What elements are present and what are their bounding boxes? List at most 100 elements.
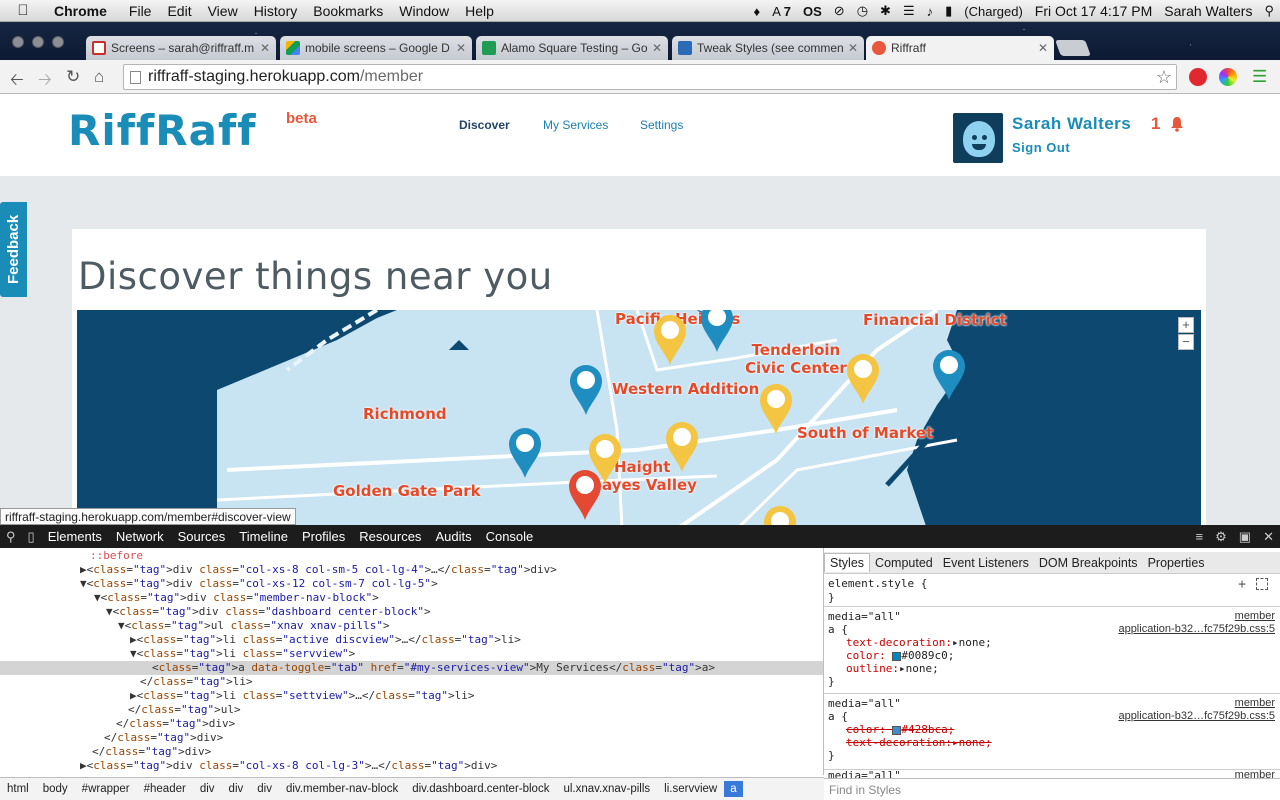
menu-history[interactable]: History [246,3,306,19]
map-pin-blue[interactable] [933,350,965,400]
tab-network[interactable]: Network [109,529,171,544]
elements-tree[interactable]: ::before ▶<class="tag">div class="col-xs-… [0,548,824,775]
tab-gmail[interactable]: Screens – sarah@riffraff.m ✕ [86,36,276,60]
minimize-window-icon[interactable] [32,36,44,48]
wifi-icon[interactable]: ☰ [897,3,921,19]
dock-icon[interactable]: ▣ [1233,529,1257,545]
tab-event-listeners[interactable]: Event Listeners [938,556,1034,570]
console-drawer-icon[interactable]: ≡ [1190,529,1210,544]
breadcrumb-item[interactable]: div [193,783,222,795]
tab-elements[interactable]: Elements [41,529,109,544]
dom-node[interactable]: </class="tag">div> [0,731,823,745]
os-label[interactable]: OS [797,4,828,19]
tab-timeline[interactable]: Timeline [232,529,295,544]
dom-node[interactable]: ▼<class="tag">div class="dashboard cente… [0,605,823,619]
rule-source-label[interactable]: member [1235,610,1275,622]
notification-count[interactable]: 1 [1151,114,1160,134]
bookmark-star-icon[interactable]: ☆ [1156,65,1172,89]
breadcrumb-item[interactable]: html [0,783,36,795]
inspect-icon[interactable]: ⚲ [0,529,22,545]
breadcrumb-item[interactable]: div.member-nav-block [279,783,405,795]
map-pin-blue[interactable] [570,365,602,415]
close-tab-icon[interactable]: ✕ [260,41,270,55]
prop-name-overridden[interactable]: text-decoration: [846,736,952,749]
battery-icon[interactable]: ▮ [939,3,958,19]
sign-out-link[interactable]: Sign Out [1012,140,1070,155]
tab-sources[interactable]: Sources [171,529,233,544]
forward-icon[interactable]: 🡢 [38,67,52,96]
dom-node[interactable]: </class="tag">li> [0,675,823,689]
dom-node[interactable]: </class="tag">div> [0,745,823,759]
breadcrumb-item[interactable]: #wrapper [75,783,137,795]
tab-dom-breakpoints[interactable]: DOM Breakpoints [1034,556,1143,570]
dom-node[interactable]: </class="tag">ul> [0,703,823,717]
tab-google-drive[interactable]: mobile screens – Google D ✕ [280,36,472,60]
map-pin-yellow[interactable] [760,384,792,434]
prop-name[interactable]: outline: [846,662,899,675]
prop-value-overridden[interactable]: none; [959,736,992,749]
menu-bookmarks[interactable]: Bookmarks [305,3,391,19]
address-bar[interactable]: riffraff-staging.herokuapp.com/member ☆ [123,64,1177,90]
color-picker-icon[interactable] [1219,68,1237,86]
rule-source-link[interactable]: application-b32…fc75f29b.css:5 [1118,710,1275,722]
find-in-styles-input[interactable]: Find in Styles [824,778,1280,800]
dom-node[interactable]: ▼<class="tag">ul class="xnav xnav-pills"… [0,619,823,633]
prop-name[interactable]: color: [846,649,886,662]
prop-value[interactable]: #0089c0; [901,649,954,662]
tab-computed[interactable]: Computed [870,556,938,570]
menu-file[interactable]: File [121,3,160,19]
prop-name[interactable]: text-decoration: [846,636,952,649]
bell-icon[interactable] [1169,116,1185,132]
close-tab-icon[interactable]: ✕ [652,41,662,55]
do-not-disturb-icon[interactable]: ⊘ [828,3,851,19]
prop-value[interactable]: none; [906,662,939,675]
expand-triangle-icon[interactable]: ▸ [899,662,906,675]
bluetooth-icon[interactable]: ✱ [874,3,897,19]
battery-status[interactable]: (Charged) [958,4,1029,19]
nav-settings[interactable]: Settings [640,118,683,132]
prop-value[interactable]: none; [959,636,992,649]
close-devtools-icon[interactable]: ✕ [1257,529,1280,545]
avatar[interactable] [953,113,1003,163]
expand-triangle-icon[interactable]: ▸ [952,736,959,749]
prop-value-overridden[interactable]: #428bca; [901,723,954,736]
close-window-icon[interactable] [12,36,24,48]
zoom-window-icon[interactable] [52,36,64,48]
spotlight-icon[interactable]: ⚲ [1258,3,1280,19]
feedback-tab[interactable]: Feedback [0,202,27,297]
map-pin-yellow[interactable] [847,354,879,404]
map-pin-red[interactable] [569,470,601,520]
css-rule-1[interactable]: media="all" member a { application-b32…f… [824,607,1280,694]
adblock-icon[interactable] [1189,68,1207,86]
breadcrumb-item[interactable]: body [36,783,75,795]
breadcrumb-item[interactable]: div [250,783,279,795]
breadcrumb-item[interactable]: div [222,783,251,795]
chrome-menu-icon[interactable]: ☰ [1252,67,1267,87]
tab-properties[interactable]: Properties [1143,556,1210,570]
menu-help[interactable]: Help [457,3,502,19]
dom-node[interactable]: </class="tag">div> [0,717,823,731]
neighborhood-map[interactable]: + − Pacific Heights Financial District T… [77,310,1201,525]
dom-node[interactable]: ▶<class="tag">div class="col-xs-8 col-sm… [0,563,823,577]
map-pin-blue[interactable] [701,310,733,352]
home-icon[interactable]: ⌂ [94,67,104,87]
breadcrumb-item[interactable]: li.servview [657,783,724,795]
close-tab-icon[interactable]: ✕ [848,41,858,55]
dom-node[interactable]: ▼<class="tag">div class="col-xs-12 col-s… [0,577,823,591]
dom-node-selected[interactable]: <class="tag">a data-toggle="tab" href="#… [0,661,823,675]
breadcrumb-item[interactable]: a [724,781,743,797]
tab-audits[interactable]: Audits [428,529,478,544]
nav-my-services[interactable]: My Services [543,118,608,132]
riffraff-logo[interactable]: RiffRaff [68,106,257,155]
dom-node[interactable]: ▶<class="tag">div class="col-xs-8 col-lg… [0,759,823,773]
user-name[interactable]: Sarah Walters [1012,114,1131,134]
map-pin-yellow[interactable] [654,315,686,365]
menu-chrome[interactable]: Chrome [46,3,121,19]
dom-node[interactable]: ▶<class="tag">li class="active discview"… [0,633,823,647]
breadcrumb-item[interactable]: #header [137,783,193,795]
menu-edit[interactable]: Edit [159,3,199,19]
user-menu[interactable]: Sarah Walters [1158,3,1258,19]
dom-node[interactable]: ::after [0,773,823,775]
device-mode-icon[interactable]: ▯ [22,529,41,545]
rule-source-label[interactable]: member [1235,697,1275,709]
